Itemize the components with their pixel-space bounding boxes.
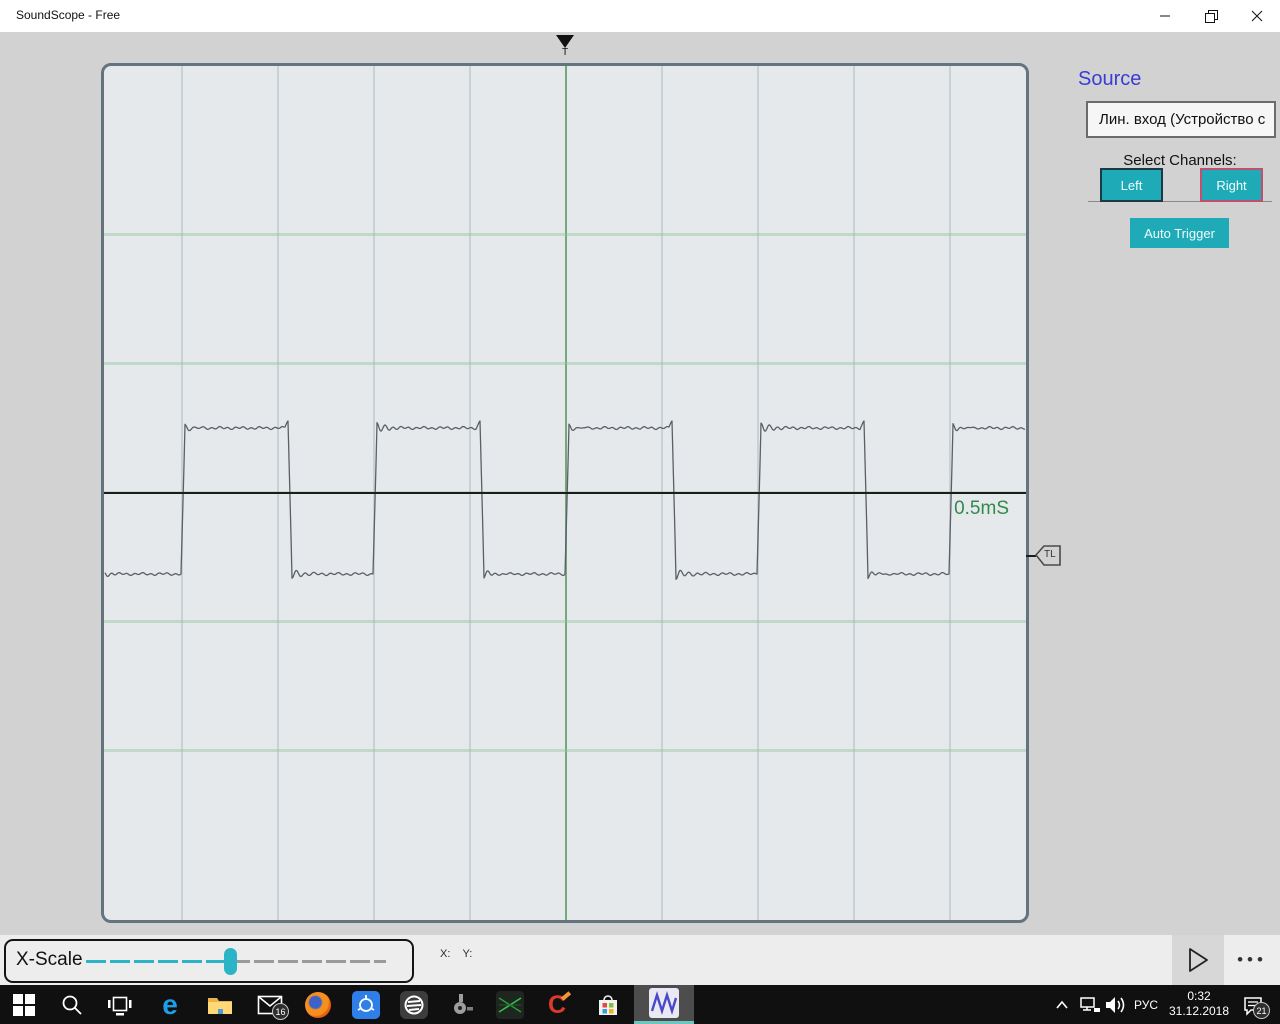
audio-tool-button[interactable] [438, 985, 486, 1024]
trigger-level-line[interactable] [104, 492, 1026, 494]
time-per-division-label: 0.5mS [899, 498, 1009, 520]
select-channels-label: Select Channels: [1088, 152, 1272, 169]
start-icon [12, 993, 36, 1017]
soundscope-icon [649, 988, 679, 1018]
oscilloscope-display[interactable]: 0.5mS [101, 63, 1029, 923]
bottom-control-bar: X-Scale X: Y: ••• [0, 935, 1280, 985]
shareit-button[interactable] [342, 985, 390, 1024]
volume-tray-button[interactable] [1102, 985, 1130, 1024]
source-panel-title: Source [1078, 68, 1141, 91]
source-device-combobox[interactable]: Лин. вход (Устройство с [1086, 101, 1276, 138]
clock-time: 0:32 [1164, 989, 1234, 1004]
microsoft-store-icon [595, 992, 621, 1018]
tray-expand-button[interactable] [1048, 985, 1076, 1024]
file-explorer-icon [206, 993, 234, 1017]
search-button[interactable] [48, 985, 96, 1024]
application-window: SoundScope - Free T 0.5mS TL [0, 0, 1280, 1024]
edge-icon: e [162, 992, 178, 1018]
shareit-icon [352, 991, 380, 1019]
task-view-button[interactable] [96, 985, 144, 1024]
clock[interactable]: 0:32 31.12.2018 [1164, 989, 1234, 1021]
media-app-icon [400, 991, 428, 1019]
more-options-button[interactable]: ••• [1224, 935, 1280, 985]
right-channel-button[interactable]: Right [1200, 168, 1263, 202]
source-device-value: Лин. вход (Устройство с [1088, 111, 1265, 128]
restore-button[interactable] [1188, 0, 1234, 32]
firefox-button[interactable] [294, 985, 342, 1024]
ccleaner-button[interactable]: C [535, 985, 583, 1024]
network-tray-button[interactable] [1076, 985, 1104, 1024]
network-icon [1079, 995, 1101, 1015]
volume-icon [1104, 994, 1128, 1016]
title-bar: SoundScope - Free [0, 0, 1280, 32]
x-scale-slider-fill [86, 960, 230, 963]
main-content: T 0.5mS TL Source Лин. вход (Устройство … [0, 32, 1280, 985]
audio-tool-icon [448, 991, 476, 1019]
restore-icon [1205, 10, 1218, 23]
play-button[interactable] [1172, 935, 1224, 985]
clock-date: 31.12.2018 [1164, 1004, 1234, 1019]
x-scale-group: X-Scale [4, 939, 414, 983]
chevron-up-icon [1053, 996, 1071, 1014]
trigger-time-marker-label: T [556, 47, 574, 58]
mail-badge: 16 [272, 1003, 289, 1020]
start-button[interactable] [0, 985, 48, 1024]
taskbar: e 16 [0, 985, 1280, 1024]
spectrum-app-icon [496, 991, 524, 1019]
close-icon [1251, 10, 1263, 22]
x-scale-slider[interactable] [86, 960, 386, 963]
media-app-button[interactable] [390, 985, 438, 1024]
minimize-button[interactable] [1142, 0, 1188, 32]
coord-y-label: Y: [462, 948, 472, 960]
notification-badge: 21 [1253, 1002, 1270, 1019]
spectrum-app-button[interactable] [486, 985, 534, 1024]
search-icon [60, 993, 84, 1017]
trigger-level-tag[interactable]: TL [1035, 545, 1061, 566]
trigger-level-tag-label: TL [1044, 549, 1056, 560]
task-view-icon [107, 993, 133, 1017]
edge-button[interactable]: e [146, 985, 194, 1024]
play-icon [1186, 946, 1210, 974]
language-indicator[interactable]: РУС [1128, 985, 1164, 1024]
microsoft-store-button[interactable] [584, 985, 632, 1024]
coord-x-label: X: [440, 948, 450, 960]
cursor-coordinates: X: Y: [440, 948, 472, 960]
x-scale-label: X-Scale [16, 949, 83, 971]
window-title: SoundScope - Free [16, 8, 120, 22]
soundscope-taskbar-button[interactable] [634, 985, 694, 1024]
action-center-button[interactable]: 21 [1236, 985, 1270, 1024]
file-explorer-button[interactable] [196, 985, 244, 1024]
minimize-icon [1159, 10, 1171, 22]
mail-button[interactable]: 16 [246, 985, 294, 1024]
auto-trigger-button[interactable]: Auto Trigger [1130, 218, 1229, 248]
ccleaner-icon: C [545, 991, 573, 1019]
left-channel-button[interactable]: Left [1100, 168, 1163, 202]
x-scale-slider-thumb[interactable] [224, 948, 237, 975]
close-button[interactable] [1234, 0, 1280, 32]
firefox-icon [305, 992, 331, 1018]
